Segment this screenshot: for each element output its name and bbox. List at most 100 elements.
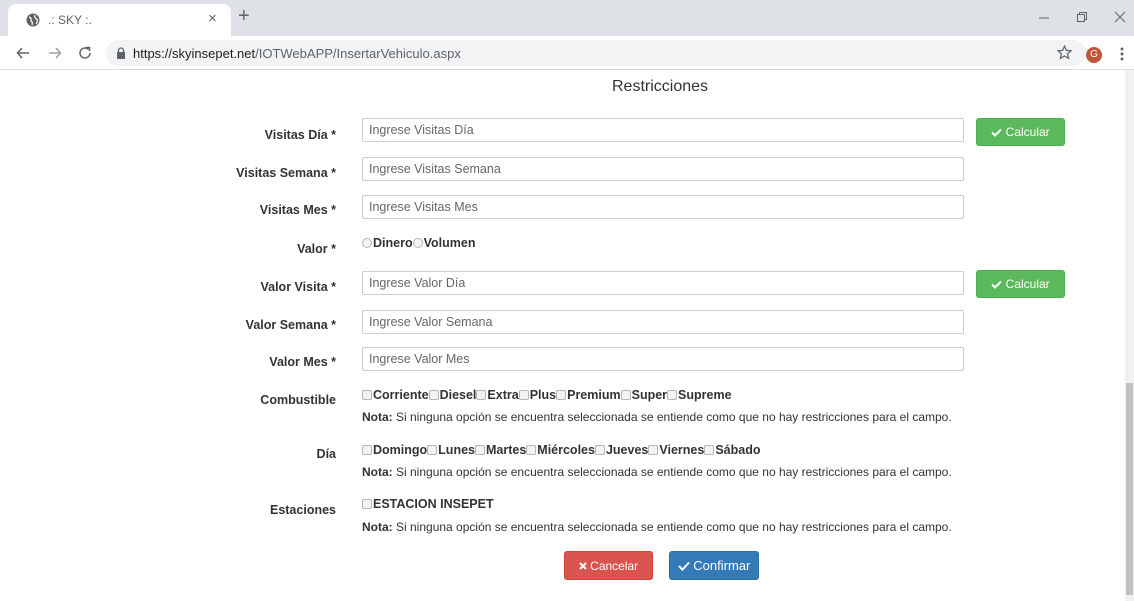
close-window-icon[interactable]: [1114, 11, 1126, 23]
checkbox-extra[interactable]: Extra: [476, 388, 519, 402]
checkbox-estacion-insepet[interactable]: ESTACION INSEPET: [362, 497, 494, 511]
visitas-dia-input[interactable]: [362, 118, 964, 142]
checkbox[interactable]: [474, 445, 485, 455]
radio-button[interactable]: [362, 238, 372, 248]
option-label: Miércoles: [537, 443, 595, 457]
back-icon[interactable]: [16, 46, 30, 60]
option-label: ESTACION INSEPET: [373, 497, 494, 511]
cancelar-button[interactable]: Cancelar: [564, 551, 653, 580]
url-host: https://skyinsepet.net: [133, 46, 256, 61]
option-label: Diesel: [439, 388, 477, 402]
checkbox-supreme[interactable]: Supreme: [667, 388, 732, 402]
visitas-semana-label: Visitas Semana *: [236, 166, 336, 180]
option-label: Sábado: [715, 443, 761, 457]
confirmar-button[interactable]: Confirmar: [669, 551, 759, 580]
checkbox-jueves[interactable]: Jueves: [594, 443, 649, 457]
valor-visita-label: Valor Visita *: [260, 280, 336, 294]
dia-label: Día: [316, 447, 336, 461]
checkbox[interactable]: [594, 445, 605, 455]
plus-icon[interactable]: +: [238, 6, 250, 26]
tab-title: .: SKY :.: [48, 13, 92, 27]
url-path: /IOTWebAPP/InsertarVehiculo.aspx: [255, 46, 461, 61]
nota-label: Nota:: [362, 465, 393, 479]
option-label: Volumen: [423, 236, 476, 250]
minimize-icon[interactable]: [1038, 12, 1050, 24]
check-icon: [677, 561, 690, 571]
check-icon: [991, 280, 1003, 289]
profile-avatar[interactable]: G: [1086, 47, 1102, 63]
valor-label: Valor *: [297, 242, 336, 256]
valor-visita-input[interactable]: [362, 271, 964, 295]
url-text: https://skyinsepet.net/IOTWebAPP/Inserta…: [133, 46, 461, 61]
checkbox-corriente[interactable]: Corriente: [362, 388, 429, 402]
calcular-valor-button[interactable]: Calcular: [976, 270, 1065, 298]
option-label: Martes: [485, 443, 527, 457]
valor-mes-input[interactable]: [362, 347, 964, 371]
check-icon: [991, 128, 1003, 137]
checkbox-super[interactable]: Super: [620, 388, 668, 402]
estaciones-label: Estaciones: [269, 503, 336, 517]
visitas-mes-label: Visitas Mes *: [259, 203, 336, 217]
restore-icon[interactable]: [1076, 11, 1088, 23]
checkbox[interactable]: [362, 445, 372, 455]
checkbox[interactable]: [427, 445, 438, 455]
checkbox[interactable]: [648, 445, 659, 455]
star-icon[interactable]: [1057, 45, 1072, 60]
times-icon: [579, 561, 587, 570]
checkbox[interactable]: [667, 390, 678, 400]
visitas-dia-label: Visitas Día *: [264, 128, 336, 142]
option-label: Lunes: [438, 443, 475, 457]
option-label: Super: [631, 388, 668, 402]
combustible-label: Combustible: [260, 393, 336, 407]
scrollbar-thumb[interactable]: [1126, 383, 1133, 595]
visitas-semana-input[interactable]: [362, 157, 964, 181]
option-label: Extra: [487, 388, 519, 402]
combustible-checkbox-group: Corriente Diesel Extra Plus Premium Super Supr…: [362, 388, 732, 403]
checkbox-domingo[interactable]: Domingo: [362, 443, 427, 457]
visitas-mes-input[interactable]: [362, 195, 964, 219]
checkbox-diesel[interactable]: Diesel: [428, 388, 477, 402]
nota-estaciones: Nota: Si ninguna opción se encuentra sel…: [362, 520, 952, 534]
checkbox-miercoles[interactable]: Miércoles: [526, 443, 595, 457]
calcular-visitas-button[interactable]: Calcular: [976, 118, 1065, 146]
option-label: Dinero: [373, 236, 413, 250]
radio-button[interactable]: [412, 238, 423, 248]
checkbox[interactable]: [704, 445, 715, 455]
checkbox[interactable]: [362, 499, 372, 509]
option-label: Premium: [567, 388, 621, 402]
nota-combustible: Nota: Si ninguna opción se encuentra sel…: [362, 410, 952, 424]
checkbox[interactable]: [362, 390, 372, 400]
forward-icon[interactable]: [48, 46, 62, 60]
checkbox[interactable]: [518, 390, 529, 400]
valor-semana-input[interactable]: [362, 310, 964, 334]
radio-dinero[interactable]: Dinero: [362, 236, 413, 250]
option-label: Jueves: [605, 443, 649, 457]
checkbox-plus[interactable]: Plus: [518, 388, 557, 402]
checkbox-lunes[interactable]: Lunes: [427, 443, 475, 457]
checkbox-premium[interactable]: Premium: [556, 388, 621, 402]
checkbox-martes[interactable]: Martes: [474, 443, 527, 457]
option-label: Viernes: [659, 443, 705, 457]
url-bar[interactable]: https://skyinsepet.net/IOTWebAPP/Inserta…: [106, 40, 1086, 66]
checkbox-sabado[interactable]: Sábado: [704, 443, 760, 457]
address-bar: https://skyinsepet.net/IOTWebAPP/Inserta…: [0, 36, 1134, 70]
lock-icon: [117, 47, 125, 59]
estaciones-checkbox-group: ESTACION INSEPET: [362, 497, 494, 512]
checkbox-viernes[interactable]: Viernes: [648, 443, 704, 457]
browser-tab[interactable]: .: SKY :. ×: [8, 4, 231, 36]
reload-icon[interactable]: [78, 46, 92, 60]
radio-volumen[interactable]: Volumen: [412, 236, 476, 250]
valor-radio-group: Dinero Volumen: [362, 236, 475, 251]
nota-text: Si ninguna opción se encuentra seleccion…: [392, 465, 952, 479]
close-icon[interactable]: ×: [208, 10, 217, 27]
browser-tab-bar: .: SKY :. × +: [0, 0, 1134, 36]
checkbox[interactable]: [556, 390, 567, 400]
checkbox[interactable]: [428, 390, 439, 400]
menu-icon[interactable]: [1120, 47, 1124, 61]
checkbox[interactable]: [476, 390, 487, 400]
calcular-label: Calcular: [1005, 277, 1050, 291]
option-label: Plus: [529, 388, 557, 402]
globe-icon: [26, 13, 40, 27]
checkbox[interactable]: [526, 445, 537, 455]
checkbox[interactable]: [620, 390, 631, 400]
